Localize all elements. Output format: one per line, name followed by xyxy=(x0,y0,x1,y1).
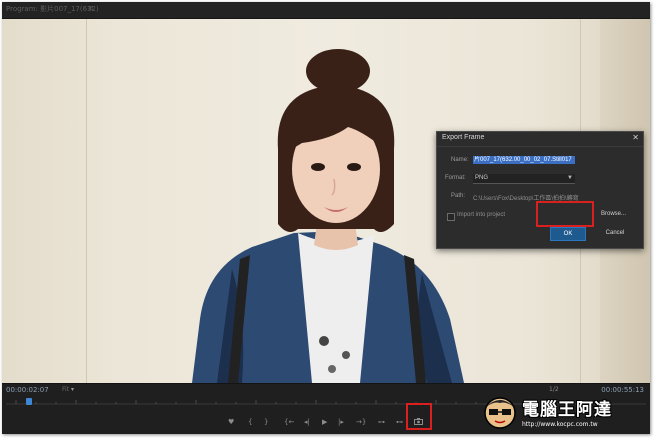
cancel-button[interactable]: Cancel xyxy=(598,227,632,239)
chevron-down-icon: ▼ xyxy=(567,175,573,181)
program-monitor: Program: 影片007_17(632) ≡ Export Frame ✕ … xyxy=(2,2,650,434)
mark-in-button[interactable]: { xyxy=(248,418,252,426)
step-back-button[interactable]: ◂| xyxy=(304,418,310,426)
overwrite-icon[interactable]: ⊷ xyxy=(396,418,403,426)
close-icon[interactable]: ✕ xyxy=(632,133,639,142)
format-value: PNG xyxy=(475,175,489,181)
path-value: C:\Users\Fox\Desktop\工作區\拍拍\轉寫 xyxy=(473,196,579,202)
panel-tab-bar: Program: 影片007_17(632) ≡ xyxy=(2,2,650,19)
mark-out-button[interactable]: } xyxy=(264,418,268,426)
go-to-out-button[interactable]: →} xyxy=(356,418,366,426)
import-checkbox[interactable] xyxy=(447,213,455,221)
insert-icon[interactable]: ⊶ xyxy=(378,418,385,426)
watermark-title: 電腦王阿達 xyxy=(522,400,612,420)
name-input[interactable]: 片007_17(632.00_00_02_07.Still017 xyxy=(473,156,575,164)
path-label: Path: xyxy=(451,193,466,199)
name-label: Name: xyxy=(451,157,469,163)
ok-button[interactable]: OK xyxy=(550,227,586,241)
go-to-in-button[interactable]: {← xyxy=(284,418,294,426)
program-tab-label[interactable]: Program: 影片007_17(632) xyxy=(6,4,99,14)
watermark-url: http://www.kocpc.com.tw xyxy=(522,421,598,428)
dialog-title: Export Frame xyxy=(442,134,485,141)
dialog-title-bar: Export Frame ✕ xyxy=(437,132,643,147)
camera-icon[interactable] xyxy=(414,418,423,427)
mascot-logo-icon xyxy=(484,397,516,429)
zoom-select[interactable]: Fit ▾ xyxy=(62,386,74,393)
format-select[interactable]: PNG ▼ xyxy=(473,174,575,184)
panel-menu-icon[interactable]: ≡ xyxy=(88,4,94,12)
playhead[interactable] xyxy=(26,398,32,405)
browse-button[interactable]: Browse... xyxy=(601,211,626,217)
zoom-value: Fit xyxy=(62,386,70,393)
video-viewer: Export Frame ✕ Name: 片007_17(632.00_00_0… xyxy=(2,19,650,383)
import-label: Import into project xyxy=(457,212,506,218)
marker-icon[interactable]: ♥ xyxy=(228,418,234,426)
step-forward-button[interactable]: |▸ xyxy=(338,418,344,426)
format-label: Format: xyxy=(445,175,466,181)
play-button[interactable]: ▶ xyxy=(322,418,327,426)
export-frame-dialog: Export Frame ✕ Name: 片007_17(632.00_00_0… xyxy=(436,131,644,249)
site-watermark: 電腦王阿達 http://www.kocpc.com.tw xyxy=(480,387,650,434)
current-timecode[interactable]: 00:00:02:07 xyxy=(6,386,49,394)
